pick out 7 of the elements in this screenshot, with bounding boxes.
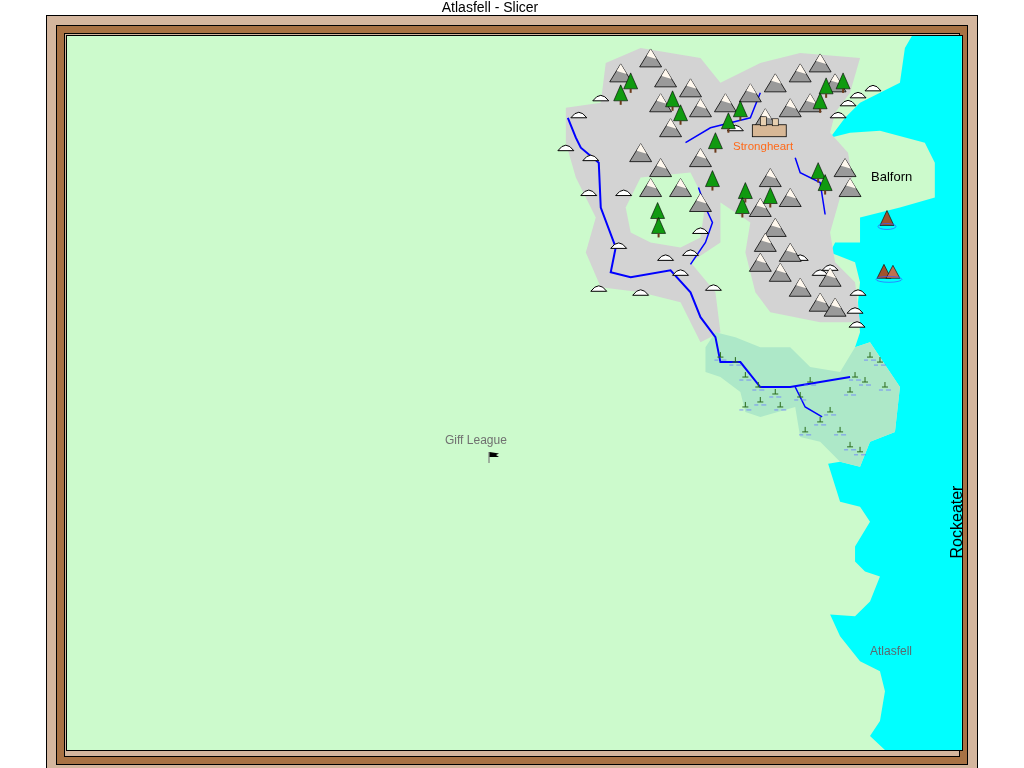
window-title: Atlasfell - Slicer — [440, 0, 540, 15]
city-label: Strongheart — [733, 139, 794, 153]
sea-label: Rockeater — [948, 484, 962, 561]
faction-label: Giff League — [445, 433, 507, 447]
realm-label: Atlasfell — [870, 644, 913, 658]
region-label: Balforn — [871, 169, 913, 184]
flag-icon — [488, 451, 500, 463]
